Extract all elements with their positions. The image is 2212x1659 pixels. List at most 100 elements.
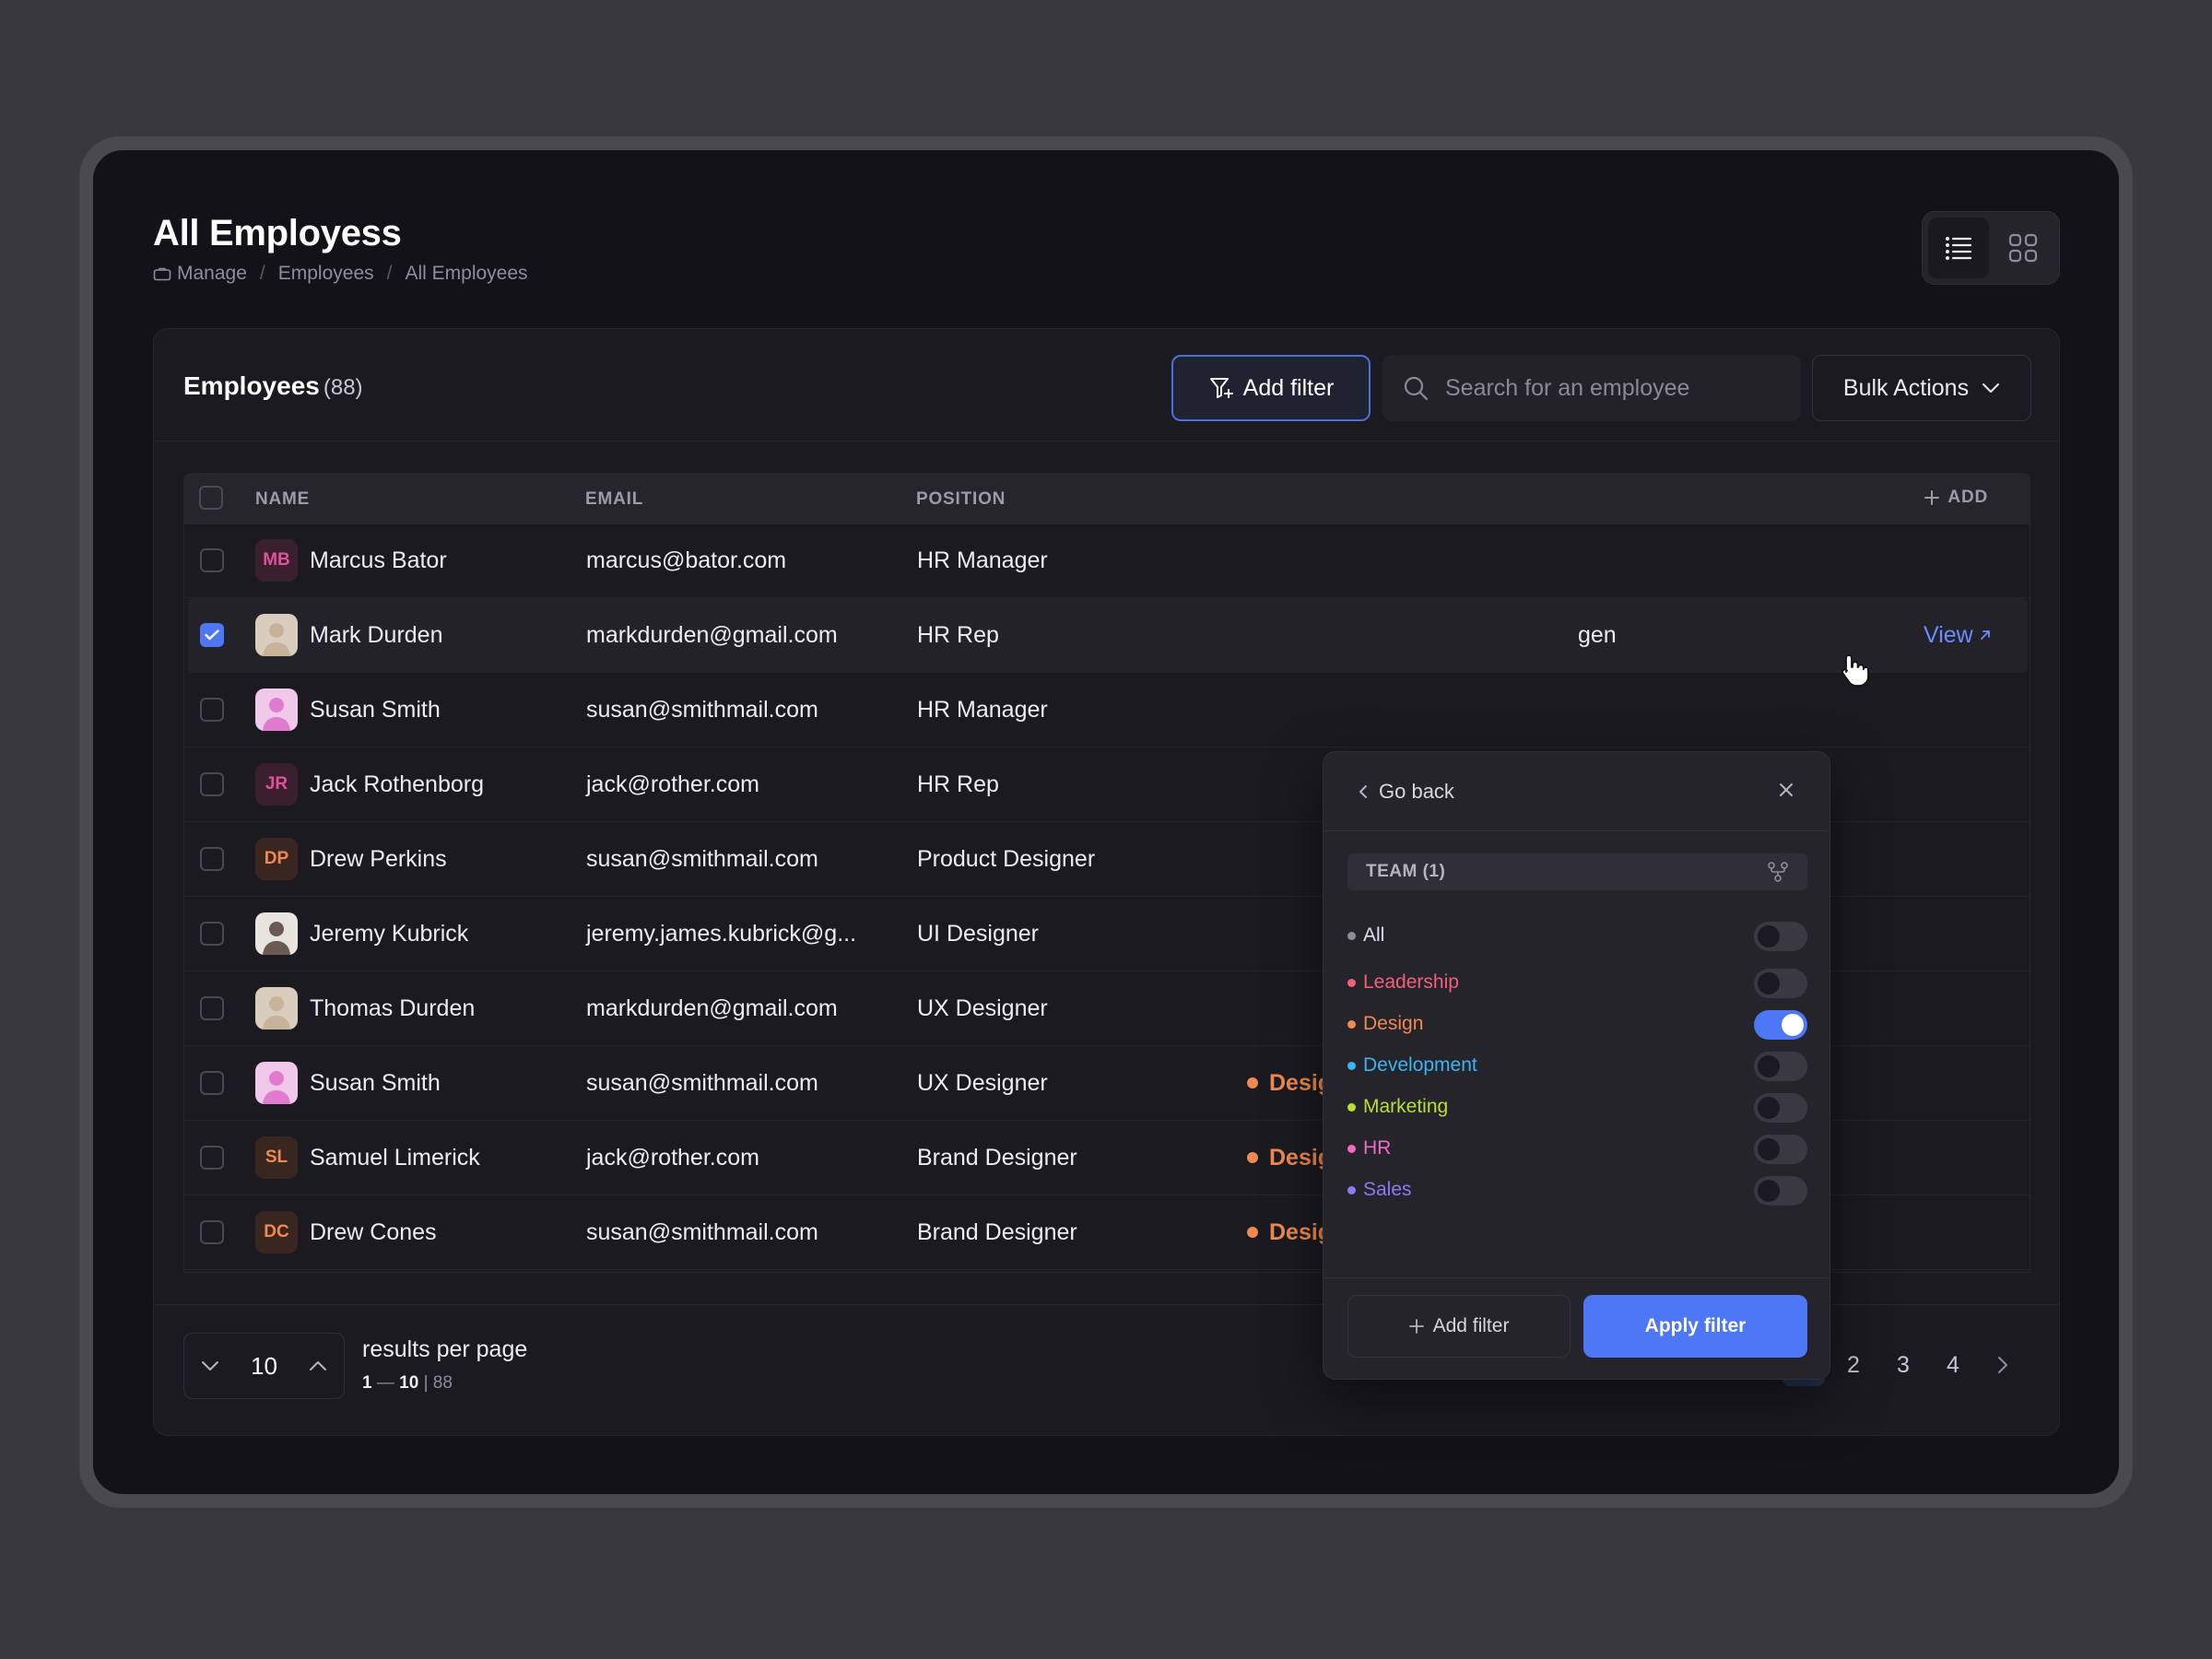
card-title-text: Employees [183,371,320,400]
row-checkbox[interactable] [200,548,224,572]
row-checkbox[interactable] [200,1220,224,1244]
team-option-all[interactable]: All [1347,917,1807,954]
avatar [255,1062,298,1104]
team-option-label: All [1363,924,1385,946]
cell-name: Susan Smith [310,696,441,723]
dropdown-add-filter-button[interactable]: Add filter [1347,1295,1571,1358]
cell-email: jack@rother.com [586,1144,759,1171]
bulk-actions-button[interactable]: Bulk Actions [1812,355,2031,421]
per-page-value: 10 [251,1351,277,1380]
row-checkbox[interactable] [200,996,224,1020]
apply-filter-button[interactable]: Apply filter [1583,1295,1807,1358]
row-checkbox[interactable] [200,1146,224,1170]
team-option-label: Development [1363,1054,1477,1076]
cell-email: markdurden@gmail.com [586,621,838,648]
person-photo-icon [263,1071,290,1104]
row-checkbox[interactable] [200,847,224,871]
team-toggle[interactable] [1754,922,1807,951]
cell-name: Jack Rothenborg [310,771,485,797]
results-range: 1 — 10 | 88 [362,1373,453,1394]
toggle-knob [1758,1097,1780,1119]
cell-email: markdurden@gmail.com [586,994,838,1021]
team-toggle[interactable] [1754,1010,1807,1040]
results-per-page-label: results per page [362,1336,528,1362]
select-all-checkbox[interactable] [199,486,223,510]
range-end: 10 [399,1373,419,1393]
close-icon[interactable] [1778,782,1794,798]
breadcrumb-manage[interactable]: Manage [177,263,247,285]
add-column-button[interactable]: ADD [1924,488,1988,508]
breadcrumb-employees[interactable]: Employees [278,263,374,285]
column-header-name[interactable]: NAME [255,489,310,510]
team-option-label: Leadership [1363,971,1459,993]
cell-email: marcus@bator.com [586,547,787,573]
hand-cursor-icon [1841,654,1869,687]
team-option-development[interactable]: Development [1347,1047,1807,1084]
chevron-right-icon [1998,1357,2007,1373]
cell-name: Mark Durden [310,621,443,648]
table-row[interactable]: Susan Smith susan@smithmail.com HR Manager [184,673,2030,747]
row-checkbox[interactable] [200,698,224,722]
cell-name: Samuel Limerick [310,1144,480,1171]
cell-name: Marcus Bator [310,547,447,573]
team-toggle[interactable] [1754,969,1807,998]
team-color-dot [1347,931,1356,940]
chevron-down-icon[interactable] [201,1360,219,1371]
go-back-button[interactable]: Go back [1359,780,1454,804]
toggle-knob [1782,1014,1804,1036]
table-row[interactable]: MB Marcus Bator marcus@bator.com HR Manager [184,524,2030,598]
team-option-leadership[interactable]: Leadership [1347,964,1807,1001]
next-page-button[interactable] [1982,1344,2024,1386]
avatar: MB [255,539,298,582]
person-photo-icon [263,623,290,656]
list-view-button[interactable] [1928,218,1989,278]
card-header: Employees(88) Add filter Bulk Actions [154,329,2059,441]
team-option-design[interactable]: Design [1347,1006,1807,1042]
team-hierarchy-icon [1768,862,1788,882]
team-option-sales[interactable]: Sales [1347,1171,1807,1208]
team-toggle[interactable] [1754,1093,1807,1123]
app-screen: All Employess Manage / Employees / All E… [93,150,2119,1494]
team-option-marketing[interactable]: Marketing [1347,1088,1807,1125]
cell-position: Brand Designer [917,1144,1077,1171]
row-checkbox[interactable] [200,1071,224,1095]
cell-email: jack@rother.com [586,771,759,797]
checkmark-icon [205,629,219,641]
cell-email: susan@smithmail.com [586,1218,818,1245]
table-row[interactable]: Mark Durden markdurden@gmail.com HR Rep gen… [188,598,2028,673]
team-toggle[interactable] [1754,1052,1807,1081]
team-option-label: HR [1363,1137,1392,1159]
column-header-position[interactable]: POSITION [916,489,1006,510]
add-filter-button[interactable]: Add filter [1171,355,1371,421]
employees-card: Employees(88) Add filter Bulk Actions NA… [153,328,2060,1436]
card-title: Employees (88) [183,371,363,401]
breadcrumb-all-employees[interactable]: All Employees [405,263,527,285]
per-page-stepper[interactable]: 10 [183,1333,345,1399]
team-section-header: TEAM (1) [1347,853,1807,890]
page-4-button[interactable]: 4 [1932,1344,1974,1386]
add-column-label: ADD [1947,488,1988,507]
cell-position: UX Designer [917,994,1048,1021]
chevron-down-icon [1983,383,2000,393]
view-employee-link[interactable]: View [1924,598,1992,672]
team-color-dot [1347,1061,1356,1070]
page-title: All Employess [153,213,402,253]
row-checkbox[interactable] [200,772,224,796]
search-box[interactable] [1382,355,1801,421]
team-option-hr[interactable]: HR [1347,1130,1807,1167]
team-section-label: TEAM (1) [1366,862,1446,881]
view-toggle [1922,211,2060,285]
column-header-email[interactable]: EMAIL [585,489,643,510]
search-input[interactable] [1445,374,1795,402]
team-toggle[interactable] [1754,1176,1807,1206]
team-dot [1247,1152,1258,1163]
chevron-up-icon[interactable] [309,1360,327,1371]
chevron-left-icon [1359,785,1367,798]
page-2-button[interactable]: 2 [1832,1344,1875,1386]
row-checkbox[interactable] [200,623,224,647]
row-checkbox[interactable] [200,922,224,946]
range-start: 1 [362,1373,372,1393]
grid-view-button[interactable] [1993,218,2053,278]
team-toggle[interactable] [1754,1135,1807,1164]
page-3-button[interactable]: 3 [1882,1344,1924,1386]
